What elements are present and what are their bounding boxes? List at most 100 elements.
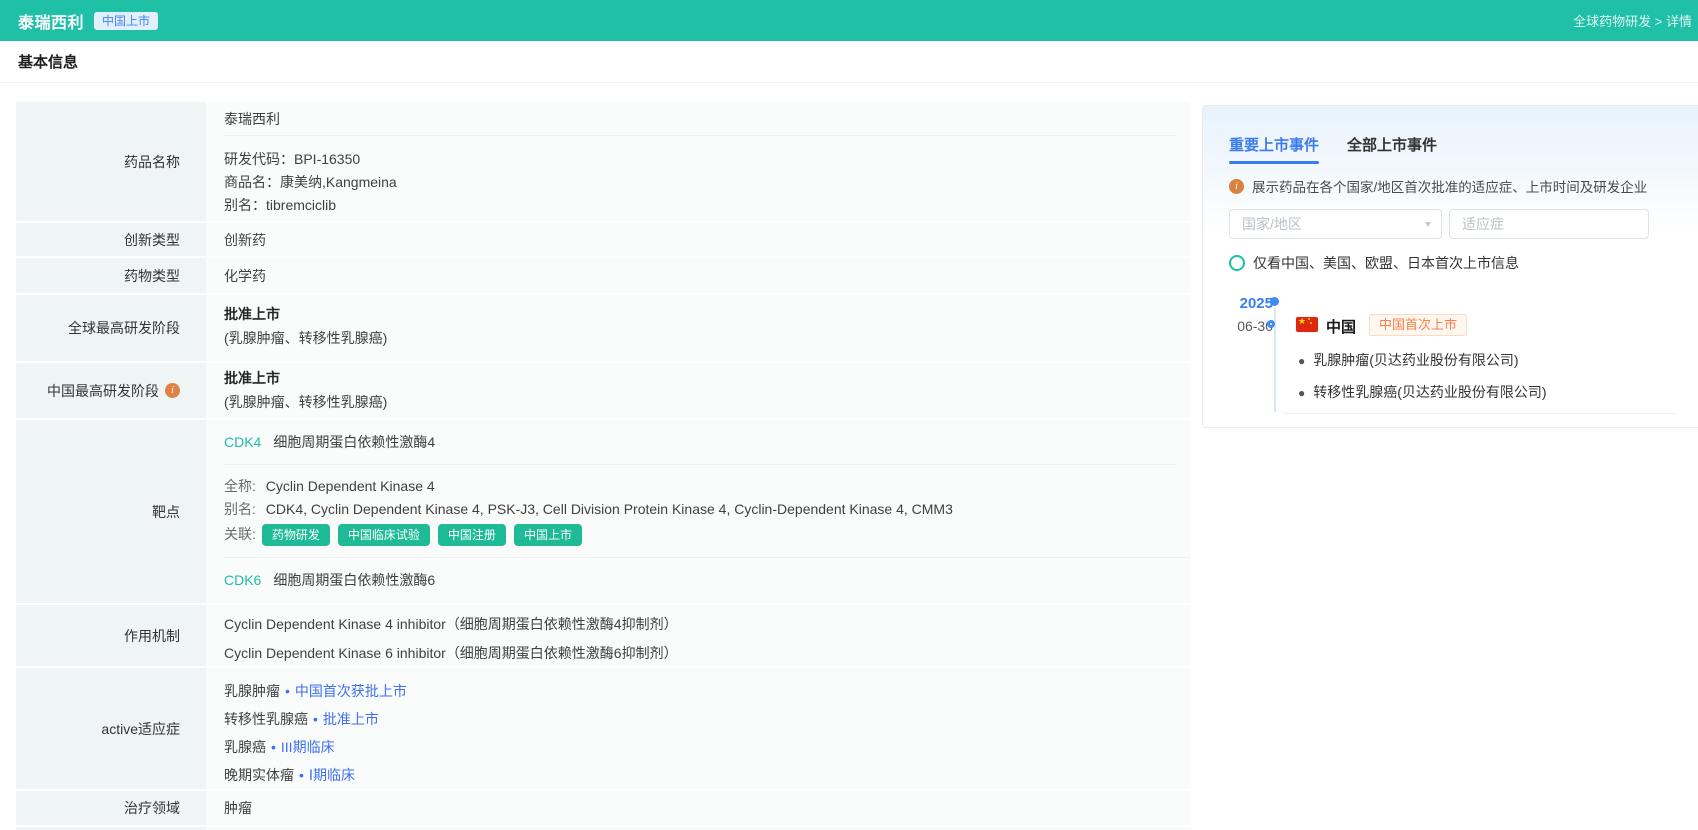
chevron-down-icon: ▾ bbox=[1424, 218, 1431, 230]
target-name: 细胞周期蛋白依赖性激酶6 bbox=[273, 572, 436, 588]
relation-tag[interactable]: 中国上市 bbox=[513, 523, 582, 546]
radio-label: 仅看中国、美国、欧盟、日本首次上市信息 bbox=[1253, 255, 1519, 271]
dot-separator: • bbox=[313, 711, 318, 727]
bullet-icon: ● bbox=[1298, 386, 1306, 400]
drug-alias: 别名：tibremciclib bbox=[224, 197, 337, 213]
section-title: 基本信息 bbox=[18, 54, 79, 71]
indication-line: 乳腺癌 • III期临床 bbox=[224, 733, 1190, 761]
indication-line: 转移性乳腺癌 • 批准上市 bbox=[224, 705, 1190, 733]
row-value: 乳腺肿瘤 • 中国首次获批上市 转移性乳腺癌 • 批准上市 乳腺癌 • III期临床 晚期实… bbox=[206, 668, 1190, 789]
table-row-targets: 靶点 CDK4 细胞周期蛋白依赖性激酶4 全称: Cyclin Dependen… bbox=[16, 420, 1190, 603]
row-value: 创新药 bbox=[206, 223, 1190, 256]
timeline-date: 06-30 bbox=[1237, 318, 1273, 334]
target-full-name: Cyclin Dependent Kinase 4 bbox=[265, 478, 435, 494]
target-link-cdk4[interactable]: CDK4 bbox=[224, 434, 261, 450]
listed-status-badge: 中国上市 bbox=[94, 11, 159, 30]
row-label: 治疗领域 bbox=[16, 791, 206, 825]
timeline-country: 中国 bbox=[1326, 319, 1357, 336]
relation-tag[interactable]: 药物研发 bbox=[261, 523, 330, 546]
row-value: Cyclin Dependent Kinase 4 inhibitor（细胞周期… bbox=[206, 605, 1190, 666]
indication-status-link[interactable]: 批准上市 bbox=[323, 711, 379, 727]
indication-status-link[interactable]: 中国首次获批上市 bbox=[295, 683, 407, 699]
dot-separator: • bbox=[271, 739, 276, 755]
indication-name: 转移性乳腺癌 bbox=[224, 711, 308, 727]
breadcrumb[interactable]: 全球药物研发 > 详情 bbox=[1573, 11, 1692, 30]
indication-line: 乳腺肿瘤 • 中国首次获批上市 bbox=[224, 677, 1190, 705]
hint-text: 展示药品在各个国家/地区首次批准的适应症、上市时间及研发企业 bbox=[1252, 180, 1648, 195]
row-value: 化学药 bbox=[206, 258, 1190, 293]
row-label: 靶点 bbox=[16, 420, 206, 603]
section-bar: 基本信息 bbox=[0, 41, 1698, 83]
basic-info-table: 药品名称 泰瑞西利 研发代码：BPI-16350 商品名：康美纳,Kangmei… bbox=[16, 102, 1190, 830]
row-value: 批准上市 (乳腺肿瘤、转移性乳腺癌) bbox=[206, 363, 1190, 418]
timeline-separator bbox=[1283, 413, 1675, 414]
timeline-year-dot bbox=[1270, 297, 1279, 306]
tab-all-events[interactable]: 全部上市事件 bbox=[1347, 134, 1437, 155]
timeline-event-item: ● 转移性乳腺癌(贝达药业股份有限公司) bbox=[1298, 384, 1547, 400]
table-row-china-stage: 中国最高研发阶段 i 批准上市 (乳腺肿瘤、转移性乳腺癌) bbox=[16, 363, 1190, 418]
full-name-label: 全称: bbox=[224, 478, 256, 494]
tab-important-events[interactable]: 重要上市事件 bbox=[1229, 134, 1319, 155]
app-header: 泰瑞西利 中国上市 全球药物研发 > 详情 bbox=[0, 0, 1698, 41]
row-value: 泰瑞西利 研发代码：BPI-16350 商品名：康美纳,Kangmeina 别名… bbox=[206, 102, 1190, 221]
table-row-drug-name: 药品名称 泰瑞西利 研发代码：BPI-16350 商品名：康美纳,Kangmei… bbox=[16, 102, 1190, 221]
dot-separator: • bbox=[285, 683, 290, 699]
indication-name: 乳腺肿瘤 bbox=[224, 683, 280, 699]
row-label: 全球最高研发阶段 bbox=[16, 295, 206, 361]
indication-status-link[interactable]: Ⅰ期临床 bbox=[309, 767, 355, 783]
drug-trade-name: 商品名：康美纳,Kangmeina bbox=[224, 174, 397, 190]
alias-label: 别名: bbox=[224, 501, 256, 517]
timeline-year: 2025 bbox=[1239, 295, 1273, 312]
target-alias: CDK4, Cyclin Dependent Kinase 4, PSK-J3,… bbox=[265, 501, 953, 517]
timeline-event-dot bbox=[1267, 320, 1275, 328]
events-hint: i 展示药品在各个国家/地区首次批准的适应症、上市时间及研发企业 bbox=[1229, 176, 1647, 196]
active-tab-underline bbox=[1229, 161, 1319, 164]
first-launch-filter[interactable]: 仅看中国、美国、欧盟、日本首次上市信息 bbox=[1229, 253, 1519, 273]
info-icon[interactable]: i bbox=[165, 383, 180, 398]
indication-name: 乳腺癌 bbox=[224, 739, 266, 755]
stage-detail: (乳腺肿瘤、转移性乳腺癌) bbox=[224, 394, 388, 410]
timeline-event-item: ● 乳腺肿瘤(贝达药业股份有限公司) bbox=[1298, 352, 1519, 368]
row-label: 药物类型 bbox=[16, 258, 206, 293]
row-label: 创新类型 bbox=[16, 223, 206, 256]
indication-name: 晚期实体瘤 bbox=[224, 767, 294, 783]
indication-line: 晚期实体瘤 • Ⅰ期临床 bbox=[224, 761, 1190, 789]
mechanism-line: Cyclin Dependent Kinase 4 inhibitor（细胞周期… bbox=[224, 616, 678, 632]
indication-filter-input[interactable] bbox=[1449, 209, 1649, 239]
dot-separator: • bbox=[299, 767, 304, 783]
first-launch-badge: 中国首次上市 bbox=[1369, 314, 1468, 336]
row-label: 药品名称 bbox=[16, 102, 206, 221]
mechanism-line: Cyclin Dependent Kinase 6 inhibitor（细胞周期… bbox=[224, 645, 678, 661]
indication-status-link[interactable]: III期临床 bbox=[281, 739, 335, 755]
stage-value: 批准上市 bbox=[224, 306, 280, 322]
table-row-innovation-type: 创新类型 创新药 bbox=[16, 223, 1190, 256]
relation-tag[interactable]: 中国临床试验 bbox=[337, 523, 430, 546]
drug-code: 研发代码：BPI-16350 bbox=[224, 151, 361, 167]
table-row-global-stage: 全球最高研发阶段 批准上市 (乳腺肿瘤、转移性乳腺癌) bbox=[16, 295, 1190, 361]
country-region-select[interactable]: 国家/地区 ▾ bbox=[1229, 209, 1442, 239]
country-region-placeholder: 国家/地区 bbox=[1242, 216, 1302, 232]
row-value: CDK4 细胞周期蛋白依赖性激酶4 全称: Cyclin Dependent K… bbox=[206, 420, 1190, 603]
market-events-card: 重要上市事件 全部上市事件 i 展示药品在各个国家/地区首次批准的适应症、上市时… bbox=[1202, 105, 1698, 428]
row-value: 批准上市 (乳腺肿瘤、转移性乳腺癌) bbox=[206, 295, 1190, 361]
row-label: 中国最高研发阶段 i bbox=[16, 363, 206, 418]
stage-value: 批准上市 bbox=[224, 370, 280, 386]
events-tabs: 重要上市事件 全部上市事件 bbox=[1229, 134, 1437, 155]
relation-tag[interactable]: 中国注册 bbox=[437, 523, 506, 546]
drug-primary-name: 泰瑞西利 bbox=[224, 102, 1176, 136]
row-value: 肿瘤 bbox=[206, 791, 1190, 825]
stage-detail: (乳腺肿瘤、转移性乳腺癌) bbox=[224, 330, 388, 346]
relation-label: 关联: bbox=[224, 526, 256, 542]
china-flag-icon: ★ bbox=[1296, 316, 1318, 332]
row-label: 作用机制 bbox=[16, 605, 206, 666]
table-row-drug-type: 药物类型 化学药 bbox=[16, 258, 1190, 293]
drug-title: 泰瑞西利 bbox=[18, 14, 85, 32]
table-row-therapy-area: 治疗领域 肿瘤 bbox=[16, 791, 1190, 825]
target-link-cdk6[interactable]: CDK6 bbox=[224, 572, 261, 588]
table-row-active-indications: active适应症 乳腺肿瘤 • 中国首次获批上市 转移性乳腺癌 • 批准上市 乳腺癌 •… bbox=[16, 668, 1190, 789]
bullet-icon: ● bbox=[1298, 354, 1306, 368]
row-label: active适应症 bbox=[16, 668, 206, 789]
radio-icon[interactable] bbox=[1229, 255, 1245, 271]
table-row-mechanism: 作用机制 Cyclin Dependent Kinase 4 inhibitor… bbox=[16, 605, 1190, 666]
info-icon: i bbox=[1229, 178, 1244, 194]
